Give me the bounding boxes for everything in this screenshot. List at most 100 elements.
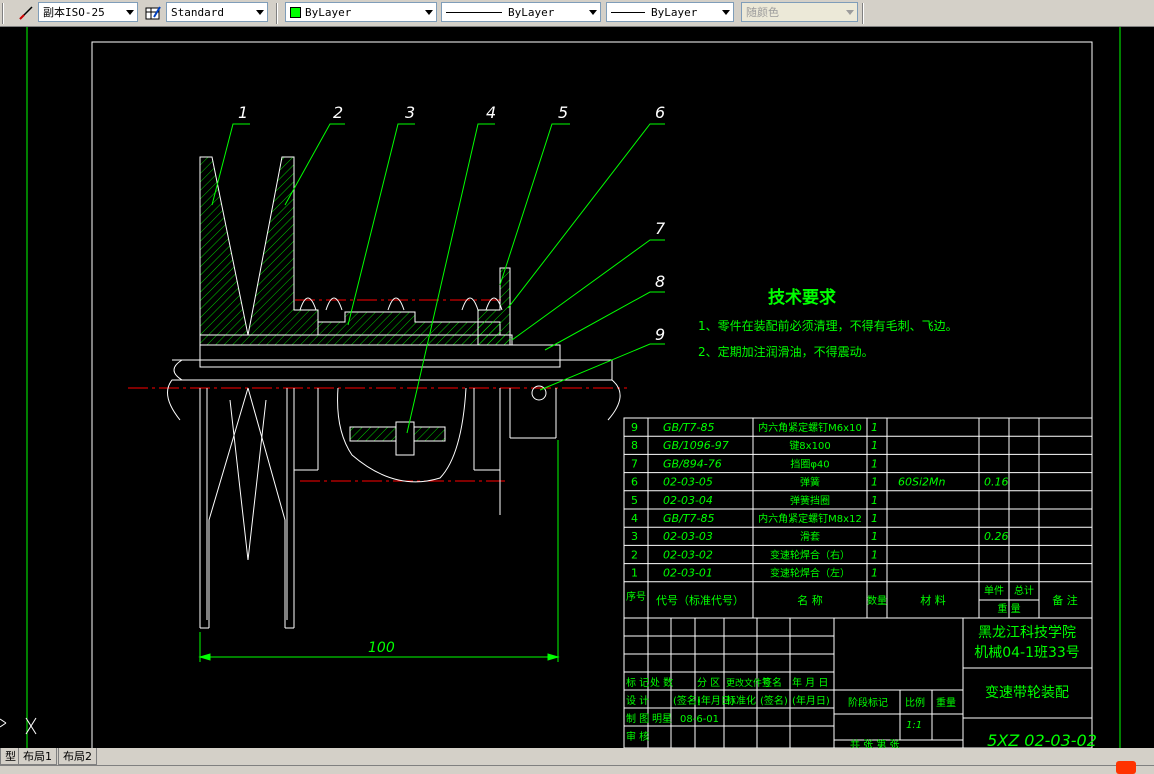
spring-retainer	[477, 267, 511, 346]
balloon-7: 7	[655, 219, 666, 238]
title-row-sign: 签名	[762, 676, 782, 689]
bom-no: 5	[631, 494, 638, 507]
bom-row: 1 02-03-01 变速轮焊合（左） 1	[631, 567, 878, 580]
bom-code: GB/894-76	[663, 457, 722, 470]
chevron-down-icon	[846, 10, 854, 15]
key	[199, 334, 513, 346]
bom-name: 挡圈φ40	[790, 457, 829, 470]
balloon-1: 1	[238, 103, 248, 122]
bom-table: 9 GB/T7-85 内六角紧定螺钉M6x10 1 8 GB/1096-97 键8x100 1…	[623, 417, 1093, 619]
bom-material: 60Si2Mn	[898, 476, 946, 489]
table-style-select[interactable]: Standard	[166, 2, 268, 22]
toolbar-separator	[862, 3, 864, 24]
pulley-right-flange	[247, 156, 319, 336]
pulley-left-flange	[199, 156, 249, 336]
tab-layout2[interactable]: 布局2	[58, 748, 97, 765]
dimension-style-select[interactable]: 副本ISO-25	[38, 2, 138, 22]
bom-row: 4 GB/T7-85 内六角紧定螺钉M8x12 1	[631, 512, 878, 525]
title-school: 黑龙江科技学院	[978, 625, 1076, 641]
bom-no: 2	[631, 548, 638, 561]
bom-code: 02-03-05	[663, 476, 713, 489]
linetype-select[interactable]: ByLayer	[441, 2, 601, 22]
chevron-down-icon	[126, 10, 134, 15]
drawing-canvas[interactable]: 1 2 3 4 5 6 7 8 9 100 技术要求 1、零件在装配前必须清理，…	[0, 27, 1154, 748]
bom-code: 02-03-02	[663, 548, 713, 561]
bom-header-name: 名 称	[797, 593, 823, 607]
title-block: 黑龙江科技学院机械04-1班33号变速带轮装配 5XZ 02-03-02 标 记处 …	[623, 617, 1097, 748]
balloon-2: 2	[333, 103, 343, 122]
balloon-8: 8	[655, 272, 665, 291]
bom-row: 9 GB/T7-85 内六角紧定螺钉M6x10 1	[631, 421, 878, 434]
balloon-labels: 1 2 3 4 5 6 7 8 9	[238, 103, 666, 344]
bom-name: 滑套	[800, 530, 820, 543]
shaft	[199, 344, 561, 368]
table-style-icon[interactable]	[145, 5, 161, 21]
bom-no: 8	[631, 439, 638, 452]
bom-qty: 1	[871, 457, 878, 470]
bom-qty: 1	[871, 512, 878, 525]
properties-toolbar: 副本ISO-25 Standard ByLayer ByLayer ByLaye…	[0, 0, 1154, 27]
chevron-down-icon	[589, 10, 597, 15]
linetype-value: ByLayer	[508, 5, 555, 19]
bom-no: 4	[631, 512, 638, 525]
status-strip	[0, 765, 1154, 774]
title-ratio: 比例	[905, 696, 925, 709]
bom-header-weight: 重 量	[997, 602, 1020, 615]
chevron-down-icon	[722, 10, 730, 15]
shaft-outline	[172, 359, 613, 381]
bom-name: 弹簧	[800, 476, 820, 489]
bom-row: 5 02-03-04 弹簧挡圈 1	[631, 494, 878, 507]
title-stage: 阶段标记	[848, 696, 888, 709]
bom-row: 7 GB/894-76 挡圈φ40 1	[631, 457, 878, 470]
balloon-4: 4	[486, 103, 496, 122]
bom-qty: 1	[871, 548, 878, 561]
bom-header-note: 备 注	[1052, 593, 1078, 607]
plotstyle-select[interactable]: 随颜色	[741, 2, 858, 22]
color-select[interactable]: ByLayer	[285, 2, 437, 22]
title-std-date: (年月日)	[792, 694, 830, 707]
bom-qty: 1	[871, 439, 878, 452]
tab-layout1[interactable]: 布局1	[18, 748, 57, 765]
bom-qty: 1	[871, 530, 878, 543]
pulley-lower-half	[199, 387, 557, 629]
title-check: 审 核	[626, 730, 649, 743]
layout-tab-bar: 型 布局1 布局2	[0, 748, 1154, 774]
bom-code: 02-03-01	[663, 567, 713, 580]
bom-row: 6 02-03-05 弹簧 1 60Si2Mn 0.16	[631, 476, 1009, 489]
title-row-mark: 标 记	[626, 677, 649, 689]
plotstyle-value: 随颜色	[746, 6, 779, 19]
bom-qty: 1	[871, 421, 878, 434]
color-swatch-icon	[290, 6, 301, 18]
bom-header-code: 代号（标准代号）	[656, 593, 744, 607]
dimension-style-icon[interactable]	[18, 5, 34, 21]
bom-qty: 1	[871, 567, 878, 580]
dimension-text: 100	[368, 640, 395, 656]
bom-name: 内六角紧定螺钉M8x12	[758, 512, 862, 525]
title-std: 标准化	[726, 694, 756, 707]
title-drawing-name: 变速带轮装配	[985, 685, 1069, 701]
color-value: ByLayer	[305, 5, 352, 19]
ucs-icon	[0, 717, 37, 735]
title-designer: 明星	[652, 713, 672, 725]
bom-no: 6	[631, 476, 638, 489]
title-sheets: 共 张 第 张	[850, 738, 900, 748]
title-row-date: 年 月 日	[792, 676, 828, 689]
shaft-break-right	[607, 379, 621, 421]
bom-header-material: 材 料	[920, 593, 946, 607]
bom-header-no: 序号	[626, 590, 646, 603]
lineweight-select[interactable]: ByLayer	[606, 2, 734, 22]
balloon-6: 6	[655, 103, 665, 122]
linetype-line-icon	[446, 11, 502, 13]
tech-requirement-1: 1、零件在装配前必须清理，不得有毛刺、飞边。	[698, 318, 958, 333]
bom-code: 02-03-04	[663, 494, 713, 507]
bom-row: 3 02-03-03 滑套 1 0.26	[631, 530, 1009, 543]
bom-row: 8 GB/1096-97 键8x100 1	[631, 439, 878, 452]
title-row-count: 处 数	[650, 676, 673, 689]
title-std-sign: (签名)	[760, 694, 788, 707]
shaft-break-left	[167, 359, 184, 421]
toolbar-separator	[2, 3, 4, 24]
bom-code: GB/1096-97	[663, 439, 729, 452]
bom-header-unit: 单件	[984, 585, 1004, 597]
bom-name: 内六角紧定螺钉M6x10	[758, 421, 862, 434]
bom-name: 弹簧挡圈	[790, 494, 830, 507]
